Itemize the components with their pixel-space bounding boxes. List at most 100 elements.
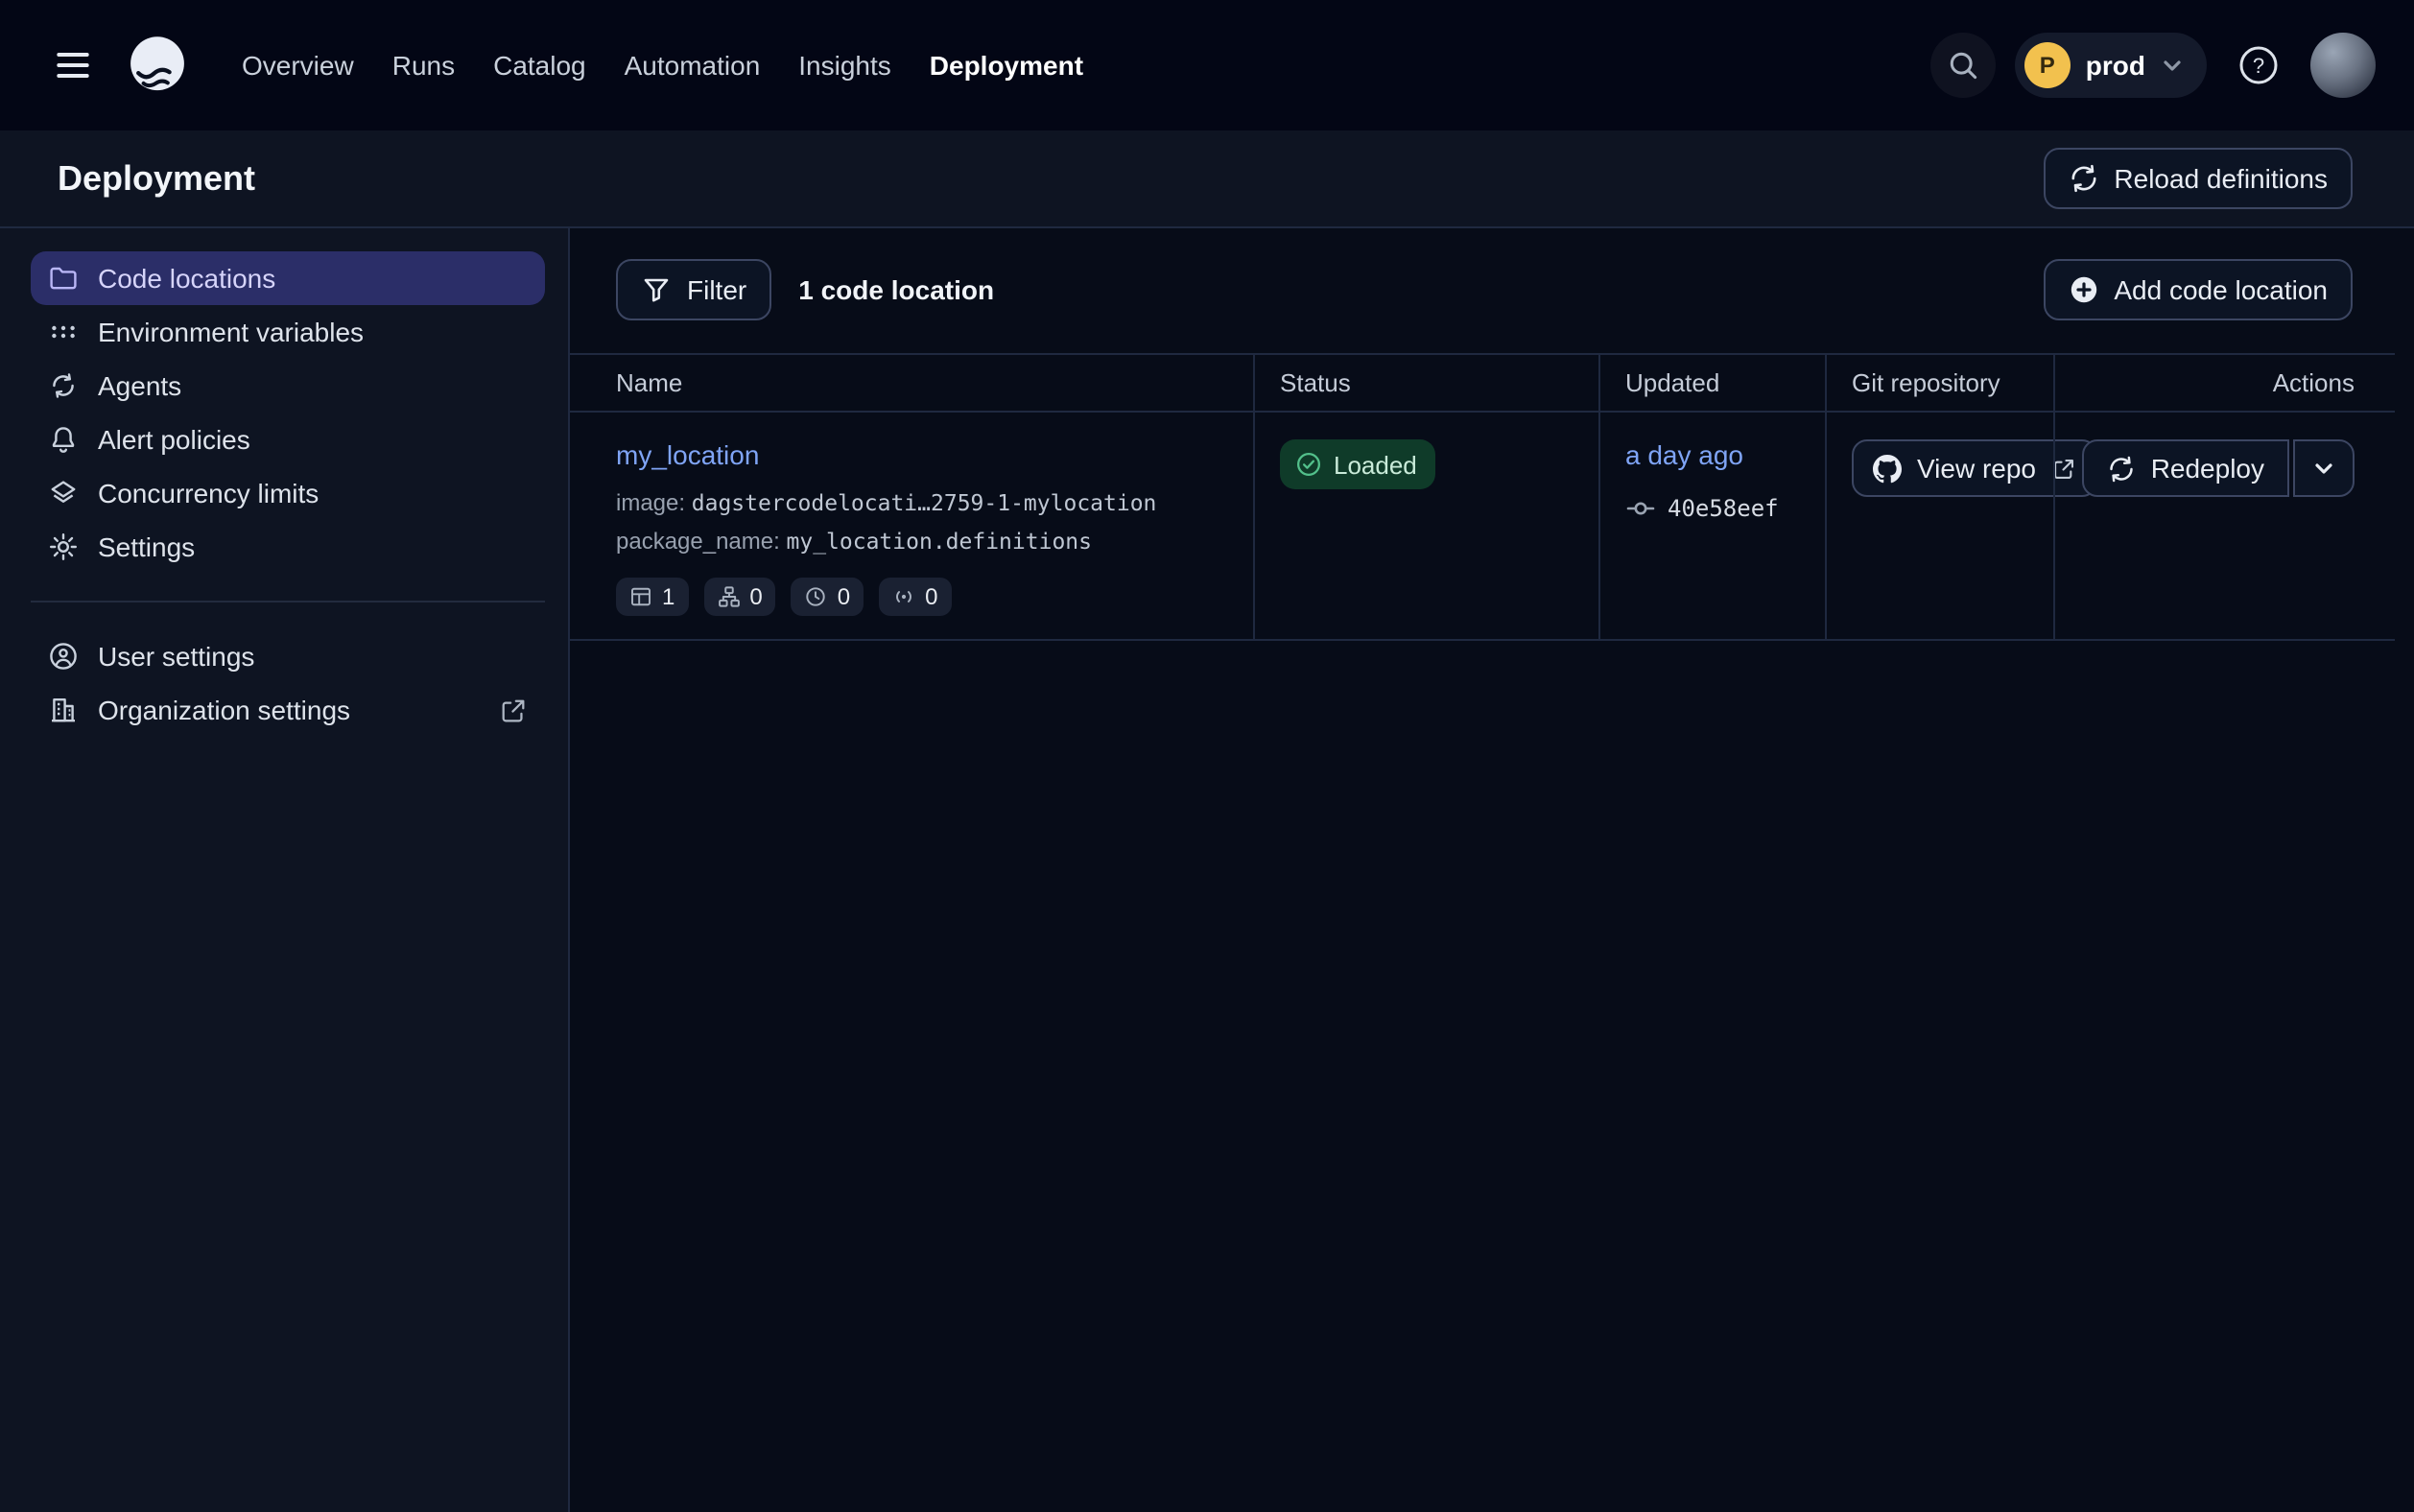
schedule-count: 0 (838, 583, 850, 610)
organization-icon (48, 695, 79, 725)
nav-item-overview[interactable]: Overview (223, 35, 373, 96)
bell-icon (48, 424, 79, 455)
column-header-git-repository: Git repository (1825, 355, 2053, 411)
commit-hash: 40e58eef (1668, 495, 1779, 522)
cell-name: my_location image: dagstercodelocati…275… (570, 413, 1253, 639)
top-nav: Overview Runs Catalog Automation Insight… (0, 0, 2414, 130)
table-row: my_location image: dagstercodelocati…275… (570, 413, 2395, 641)
deployment-sidebar: Code locations Environment variables Age… (0, 228, 570, 1512)
redeploy-more-button[interactable] (2293, 439, 2355, 497)
table-header: Name Status Updated Git repository Actio… (570, 355, 2395, 413)
github-icon (1873, 454, 1902, 483)
user-avatar[interactable] (2310, 33, 2376, 98)
cell-actions: Redeploy (2053, 413, 2395, 639)
page-title: Deployment (58, 158, 255, 199)
hamburger-menu-button[interactable] (38, 31, 107, 100)
code-locations-toolbar: Filter 1 code location Add code location (616, 259, 2353, 320)
nav-item-deployment[interactable]: Deployment (911, 35, 1102, 96)
main-content: Filter 1 code location Add code location… (570, 228, 2414, 1512)
commit-row: 40e58eef (1625, 493, 1800, 524)
dagster-logo-icon[interactable] (123, 31, 192, 100)
definition-count-chips: 1 0 0 0 (616, 578, 1228, 616)
reload-definitions-button[interactable]: Reload definitions (2043, 148, 2353, 209)
sidebar-item-label: Alert policies (98, 424, 250, 455)
search-icon (1946, 48, 1980, 83)
sidebar-item-organization-settings[interactable]: Organization settings (31, 683, 545, 737)
code-location-link[interactable]: my_location (616, 439, 759, 470)
external-link-icon (499, 696, 528, 724)
user-circle-icon (48, 641, 79, 672)
sidebar-item-label: Organization settings (98, 695, 350, 725)
add-code-location-label: Add code location (2114, 274, 2328, 305)
sidebar-item-settings[interactable]: Settings (31, 520, 545, 574)
sidebar-item-concurrency-limits[interactable]: Concurrency limits (31, 466, 545, 520)
deployment-name: prod (2086, 50, 2145, 81)
package-value: my_location.definitions (787, 528, 1093, 555)
cell-git-repository: View repo (1825, 413, 2053, 639)
redeploy-button[interactable]: Redeploy (2082, 439, 2289, 497)
plus-circle-icon (2068, 274, 2098, 305)
primary-nav: Overview Runs Catalog Automation Insight… (223, 35, 1102, 96)
hamburger-icon (52, 44, 94, 86)
svg-text:?: ? (2253, 54, 2264, 78)
sidebar-item-agents[interactable]: Agents (31, 359, 545, 413)
image-label: image: (616, 489, 685, 516)
filter-button[interactable]: Filter (616, 259, 771, 320)
help-icon: ? (2237, 44, 2280, 86)
image-meta: image: dagstercodelocati…2759-1-mylocati… (616, 489, 1228, 516)
nav-item-automation[interactable]: Automation (605, 35, 780, 96)
folder-icon (48, 263, 79, 294)
updated-time-link[interactable]: a day ago (1625, 439, 1743, 470)
sidebar-item-label: Settings (98, 532, 195, 562)
nav-item-catalog[interactable]: Catalog (474, 35, 605, 96)
nav-item-runs[interactable]: Runs (373, 35, 474, 96)
reload-icon (2068, 163, 2098, 194)
page-header: Deployment Reload definitions (0, 130, 2414, 228)
sidebar-item-label: Concurrency limits (98, 478, 319, 508)
sidebar-item-label: Agents (98, 370, 181, 401)
job-count-chip: 0 (703, 578, 775, 616)
package-meta: package_name: my_location.definitions (616, 528, 1228, 555)
redeploy-label: Redeploy (2151, 453, 2264, 484)
sidebar-item-code-locations[interactable]: Code locations (31, 251, 545, 305)
check-circle-icon (1295, 451, 1322, 478)
reload-definitions-label: Reload definitions (2114, 163, 2328, 194)
sidebar-item-alert-policies[interactable]: Alert policies (31, 413, 545, 466)
nav-item-insights[interactable]: Insights (779, 35, 911, 96)
add-code-location-button[interactable]: Add code location (2043, 259, 2353, 320)
column-header-status: Status (1253, 355, 1598, 411)
view-repo-label: View repo (1917, 453, 2036, 484)
sensor-count: 0 (925, 583, 937, 610)
status-badge: Loaded (1280, 439, 1436, 489)
job-graph-icon (717, 585, 740, 608)
agents-icon (48, 370, 79, 401)
env-variables-icon (48, 317, 79, 347)
gear-icon (48, 532, 79, 562)
sidebar-item-label: User settings (98, 641, 254, 672)
app-window: Overview Runs Catalog Automation Insight… (0, 0, 2414, 1512)
redeploy-icon (2107, 454, 2136, 483)
schedule-clock-icon (805, 585, 828, 608)
chevron-down-icon (2161, 54, 2184, 77)
sidebar-item-label: Code locations (98, 263, 275, 294)
deployment-badge: P (2024, 42, 2071, 88)
image-value: dagstercodelocati…2759-1-mylocation (692, 489, 1157, 516)
filter-label: Filter (687, 274, 746, 305)
deployment-switcher[interactable]: P prod (2015, 33, 2207, 98)
sensor-signal-icon (892, 585, 915, 608)
code-location-count: 1 code location (798, 274, 994, 305)
help-button[interactable]: ? (2226, 33, 2291, 98)
column-header-actions: Actions (2053, 355, 2395, 411)
sidebar-item-label: Environment variables (98, 317, 364, 347)
status-label: Loaded (1334, 450, 1417, 479)
package-label: package_name: (616, 528, 780, 555)
chevron-down-icon (2312, 457, 2335, 480)
search-button[interactable] (1930, 33, 1996, 98)
sidebar-item-environment-variables[interactable]: Environment variables (31, 305, 545, 359)
sidebar-item-user-settings[interactable]: User settings (31, 629, 545, 683)
asset-grid-icon (629, 585, 652, 608)
cell-status: Loaded (1253, 413, 1598, 639)
asset-count-chip: 1 (616, 578, 688, 616)
topnav-right-cluster: P prod ? (1930, 33, 2376, 98)
git-commit-icon (1625, 493, 1656, 524)
